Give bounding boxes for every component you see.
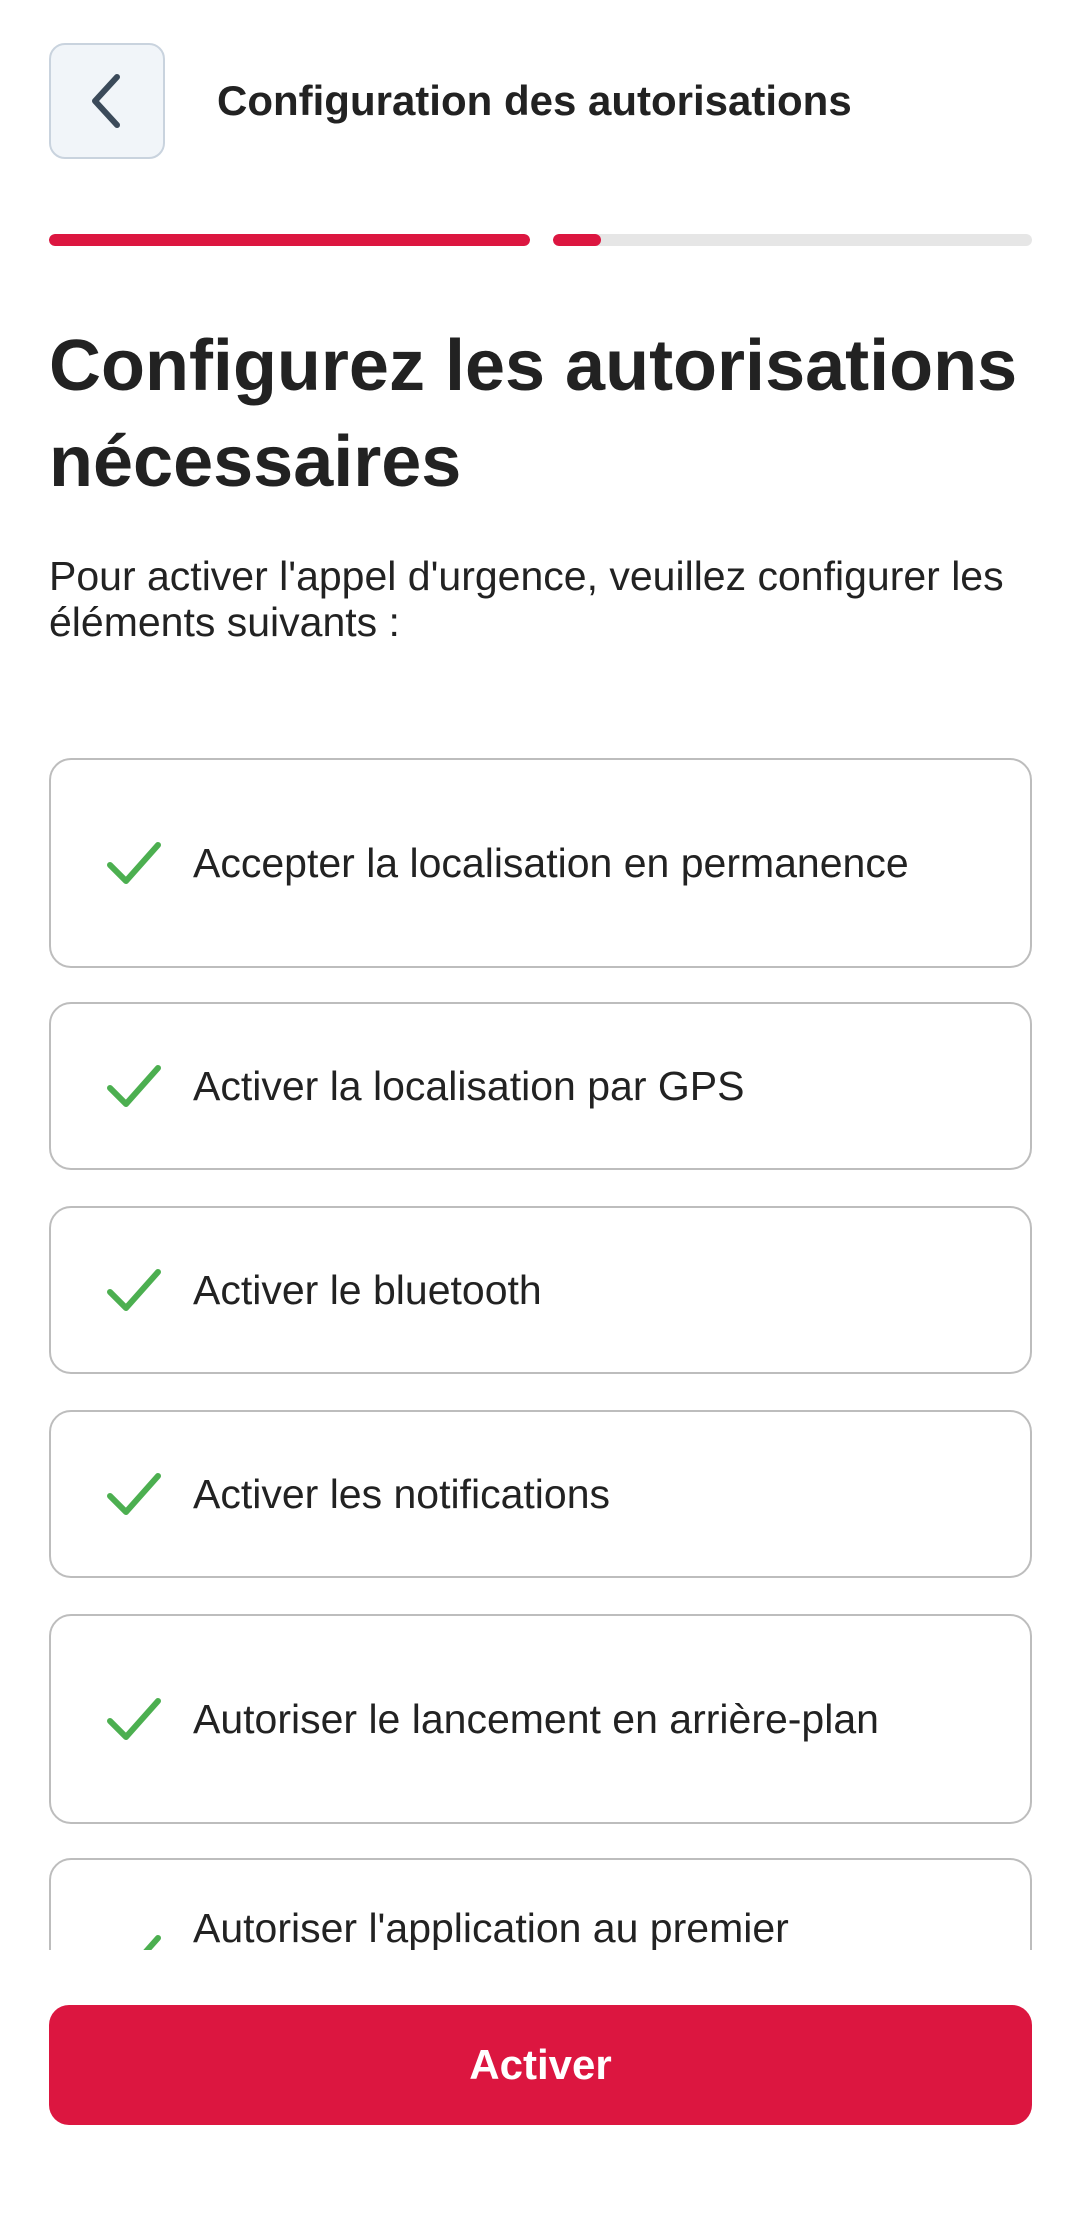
checkmark-icon [107, 1065, 161, 1107]
progress-step-2-fill [553, 234, 601, 246]
permission-item-label: Autoriser l'application au premier [193, 1905, 789, 1950]
permissions-list[interactable]: Accepter la localisation en permanence A… [0, 740, 1080, 1950]
permission-item-background-location[interactable]: Accepter la localisation en permanence [49, 758, 1032, 968]
permission-item-label: Autoriser le lancement en arrière-plan [193, 1696, 879, 1742]
permission-item-notifications[interactable]: Activer les notifications [49, 1410, 1032, 1578]
permission-item-background-launch[interactable]: Autoriser le lancement en arrière-plan [49, 1614, 1032, 1824]
page-title: Configurez les autorisations nécessaires [49, 326, 1018, 502]
permission-item-bluetooth[interactable]: Activer le bluetooth [49, 1206, 1032, 1374]
permission-item-label: Activer le bluetooth [193, 1267, 542, 1313]
progress-step-1 [49, 234, 530, 246]
progress-step-2 [553, 234, 1032, 246]
checkmark-icon [107, 842, 161, 884]
permission-item-label: Activer la localisation par GPS [193, 1063, 745, 1109]
checkmark-icon [143, 1935, 161, 1950]
permission-item-gps[interactable]: Activer la localisation par GPS [49, 1002, 1032, 1170]
chevron-left-icon [92, 74, 120, 128]
permission-item-foreground-app[interactable]: Autoriser l'application au premier [49, 1858, 1032, 1950]
activate-button[interactable]: Activer [49, 2005, 1032, 2125]
page-subtitle: Pour activer l'appel d'urgence, veuillez… [49, 553, 1004, 645]
top-bar: Configuration des autorisations [0, 0, 1080, 200]
permission-item-label: Accepter la localisation en permanence [193, 840, 909, 886]
header-title: Configuration des autorisations [217, 77, 852, 124]
checkmark-icon [107, 1269, 161, 1311]
permissions-setup-screen: Configuration des autorisations Configur… [0, 0, 1080, 2218]
permission-item-label: Activer les notifications [193, 1471, 611, 1517]
back-button[interactable] [49, 43, 165, 159]
checkmark-icon [107, 1698, 161, 1740]
checkmark-icon [107, 1473, 161, 1515]
progress-step-1-fill [49, 234, 530, 246]
